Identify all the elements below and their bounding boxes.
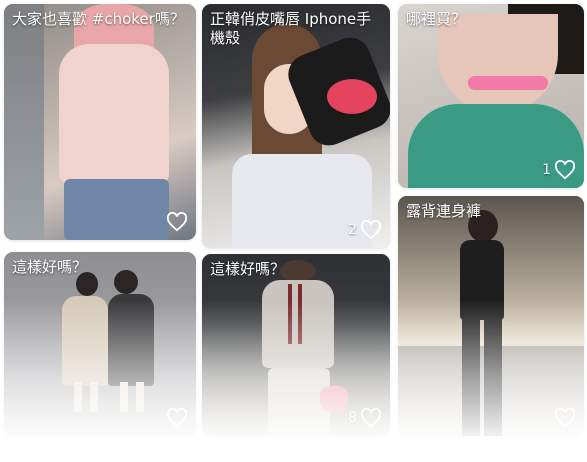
post-caption: 大家也喜歡 #choker嗎？ xyxy=(12,10,185,28)
like-button[interactable] xyxy=(551,408,576,428)
heart-outline-icon xyxy=(360,220,382,240)
post-photo xyxy=(398,196,584,436)
like-button[interactable] xyxy=(163,408,188,428)
post-photo xyxy=(4,4,196,240)
like-button[interactable] xyxy=(163,212,188,232)
heart-outline-icon xyxy=(360,408,382,428)
post-card[interactable]: 大家也喜歡 #choker嗎？ xyxy=(4,4,196,240)
post-caption: 露背連身褲 xyxy=(406,202,482,220)
like-button[interactable]: 2 xyxy=(348,220,382,240)
post-card[interactable]: 哪裡買？ 1 xyxy=(398,4,584,188)
heart-outline-icon xyxy=(166,408,188,428)
photo-grid: 大家也喜歡 #choker嗎？ 正韓俏皮嘴唇 Iphone手機殼 2 哪裡買？ xyxy=(0,0,587,462)
post-caption: 這樣好嗎？ xyxy=(210,260,286,278)
like-button[interactable]: 8 xyxy=(348,408,382,428)
like-count: 8 xyxy=(348,410,357,426)
post-caption: 正韓俏皮嘴唇 Iphone手機殼 xyxy=(210,10,372,47)
like-count: 1 xyxy=(542,162,551,178)
like-button[interactable]: 1 xyxy=(542,160,576,180)
post-card[interactable]: 這樣好嗎？ xyxy=(4,252,196,436)
post-caption: 這樣好嗎？ xyxy=(12,258,88,276)
heart-outline-icon xyxy=(554,160,576,180)
post-card[interactable]: 正韓俏皮嘴唇 Iphone手機殼 2 xyxy=(202,4,390,248)
heart-outline-icon xyxy=(166,212,188,232)
heart-outline-icon xyxy=(554,408,576,428)
post-card[interactable]: 這樣好嗎？ 8 xyxy=(202,254,390,436)
post-caption: 哪裡買？ xyxy=(406,10,467,28)
like-count: 2 xyxy=(348,222,357,238)
post-card[interactable]: 露背連身褲 xyxy=(398,196,584,436)
